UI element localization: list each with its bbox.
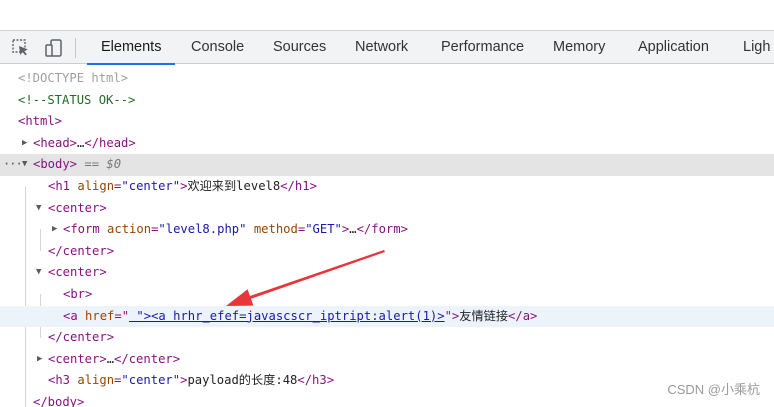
tree-row-html[interactable]: <html> — [0, 111, 774, 133]
collapse-triangle-icon[interactable]: ▼ — [22, 154, 32, 176]
comment-node: <!--STATUS OK--> — [18, 92, 136, 107]
tab-network[interactable]: Network — [355, 31, 408, 64]
h3-align-attr: align — [77, 373, 115, 388]
center-3-ellipsis: … — [106, 351, 115, 366]
h1-close-tag: </h1> — [280, 179, 317, 193]
tab-application[interactable]: Application — [638, 31, 709, 64]
center-1-close-tag: </center> — [48, 243, 115, 258]
form-method-value: "GET" — [305, 222, 342, 237]
anchor-quote-open: =" — [114, 308, 130, 323]
html-open-tag: <html> — [18, 114, 63, 129]
collapse-triangle-icon[interactable]: ▼ — [36, 198, 46, 220]
tree-row-center-3[interactable]: ▶ <center>…</center> — [0, 349, 774, 371]
center-2-open-tag: <center> — [48, 265, 107, 280]
expand-triangle-icon[interactable]: ▶ — [22, 133, 32, 155]
form-open-tag: <form — [63, 222, 100, 237]
console-ref: == $0 — [77, 157, 122, 172]
toolbar-separator — [75, 38, 76, 58]
anchor-quote-close: "> — [444, 308, 460, 323]
tree-row-head[interactable]: ▶ <head>…</head> — [0, 133, 774, 155]
tree-row-h1[interactable]: <h1 align="center">欢迎来到level8</h1> — [0, 176, 774, 198]
expand-triangle-icon[interactable]: ▶ — [52, 219, 62, 241]
h3-close-tag: </h3> — [297, 373, 335, 388]
tree-row-center-2-close[interactable]: </center> — [0, 327, 774, 349]
br-tag: <br> — [63, 287, 93, 301]
elements-dom-tree: <!DOCTYPE html> <!--STATUS OK--> <html> … — [0, 64, 774, 407]
anchor-href-attr: href — [85, 308, 115, 323]
inspect-element-icon[interactable] — [11, 38, 31, 58]
tree-row-h3[interactable]: <h3 align="center">payload的长度:48</h3> — [0, 370, 774, 392]
window-top-strip — [0, 0, 774, 30]
center-3-open-tag: <center> — [48, 351, 107, 366]
devtools-toolbar: Elements Console Sources Network Perform… — [0, 30, 774, 65]
h3-open-tag: <h3 — [48, 373, 71, 388]
tab-performance[interactable]: Performance — [441, 31, 524, 64]
form-action-attr: action — [107, 222, 152, 237]
device-toolbar-icon[interactable] — [44, 38, 64, 58]
tree-row-doctype[interactable]: <!DOCTYPE html> — [0, 68, 774, 90]
tree-row-form[interactable]: ▶ <form action="level8.php" method="GET"… — [0, 219, 774, 241]
watermark: CSDN @小乘杭 — [667, 382, 760, 397]
center-1-open-tag: <center> — [48, 200, 107, 215]
tree-row-comment[interactable]: <!--STATUS OK--> — [0, 90, 774, 112]
form-close-tag: </form> — [356, 222, 408, 237]
tree-row-center-1[interactable]: ▼ <center> — [0, 198, 774, 220]
tree-row-center-1-close[interactable]: </center> — [0, 241, 774, 263]
tree-row-br[interactable]: <br> — [0, 284, 774, 306]
tab-lighthouse[interactable]: Ligh — [743, 31, 770, 64]
expand-triangle-icon[interactable]: ▶ — [37, 349, 47, 371]
anchor-open-tag: <a — [63, 308, 78, 323]
h1-align-value: "center" — [121, 179, 181, 193]
center-2-close-tag: </center> — [48, 330, 115, 345]
body-open-tag: <body> — [33, 157, 78, 172]
tab-console[interactable]: Console — [191, 31, 244, 64]
form-method-attr: method — [253, 222, 298, 237]
anchor-href-value[interactable]: "><a hrhr_efef=javascscr_iptript:alert(1… — [129, 309, 444, 323]
center-3-close-tag: </center> — [114, 351, 181, 366]
tab-elements[interactable]: Elements — [86, 31, 177, 65]
form-action-value: "level8.php" — [158, 222, 247, 237]
form-ellipsis: … — [349, 222, 357, 237]
h1-open-tag: <h1 — [48, 179, 71, 193]
tab-sources[interactable]: Sources — [273, 31, 326, 64]
h3-text: payload的长度:48 — [187, 373, 298, 388]
head-open-tag: <head> — [33, 135, 78, 150]
doctype-node: <!DOCTYPE html> — [18, 71, 129, 85]
tab-memory[interactable]: Memory — [553, 31, 605, 64]
tree-row-body-close[interactable]: </body> — [0, 392, 774, 407]
tree-row-anchor[interactable]: <a href=" "><a hrhr_efef=javascscr_iptri… — [0, 305, 774, 328]
h1-align-attr: align — [77, 179, 115, 193]
anchor-text: 友情链接 — [459, 308, 509, 323]
h3-align-value: "center" — [121, 373, 181, 388]
tree-row-body-selected[interactable]: ··· ▼ <body> == $0 — [0, 154, 774, 176]
anchor-close-tag: </a> — [508, 308, 538, 323]
collapse-triangle-icon[interactable]: ▼ — [36, 262, 46, 284]
head-close-tag: </head> — [84, 135, 136, 150]
h1-text: 欢迎来到level8 — [187, 179, 281, 193]
tree-row-center-2[interactable]: ▼ <center> — [0, 262, 774, 284]
more-options-dots-icon[interactable]: ··· — [3, 154, 23, 176]
body-close-tag: </body> — [33, 395, 85, 407]
